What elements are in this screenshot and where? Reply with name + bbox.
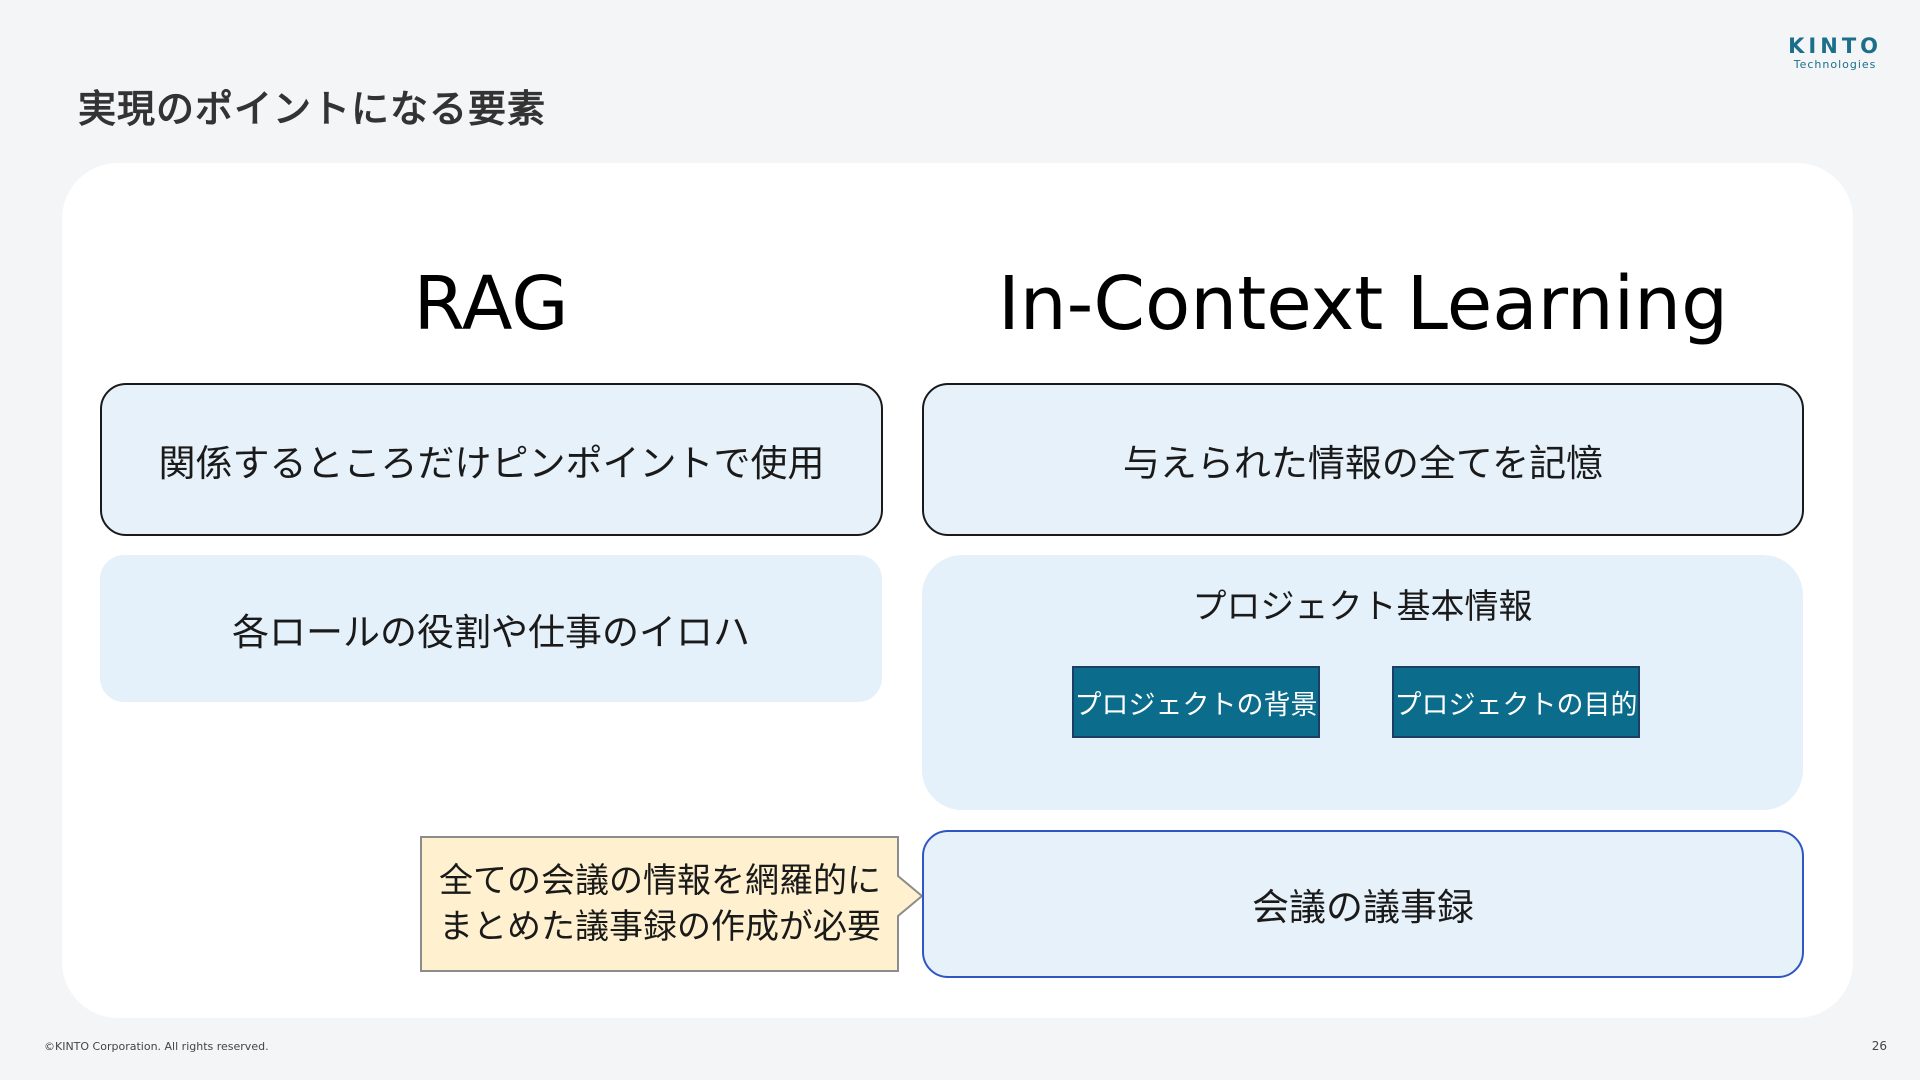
- kinto-logo: KINTO Technologies: [1788, 34, 1882, 72]
- logo-wordmark: KINTO: [1788, 34, 1882, 58]
- footer-copyright: ©KINTO Corporation. All rights reserved.: [44, 1040, 269, 1053]
- rag-item-box: 各ロールの役割や仕事のイロハ: [100, 555, 882, 702]
- project-background-chip: プロジェクトの背景: [1072, 666, 1320, 738]
- callout-text: 全ての会議の情報を網羅的に まとめた議事録の作成が必要: [439, 861, 881, 947]
- icl-primary-box: 与えられた情報の全てを記憶: [922, 383, 1804, 536]
- logo-subtitle: Technologies: [1793, 58, 1877, 71]
- project-info-group: プロジェクト基本情報 プロジェクトの背景 プロジェクトの目的: [922, 555, 1803, 810]
- rag-heading: RAG: [413, 261, 569, 347]
- icl-heading: In-Context Learning: [997, 261, 1729, 347]
- slide-title: 実現のポイントになる要素: [78, 87, 547, 131]
- callout-note: 全ての会議の情報を網羅的に まとめた議事録の作成が必要: [420, 836, 922, 972]
- rag-primary-box: 関係するところだけピンポイントで使用: [100, 383, 883, 536]
- project-purpose-chip: プロジェクトの目的: [1392, 666, 1640, 738]
- page-number: 26: [1871, 1039, 1887, 1053]
- meeting-minutes-box: 会議の議事録: [922, 830, 1804, 978]
- project-info-label: プロジェクト基本情報: [1192, 587, 1533, 627]
